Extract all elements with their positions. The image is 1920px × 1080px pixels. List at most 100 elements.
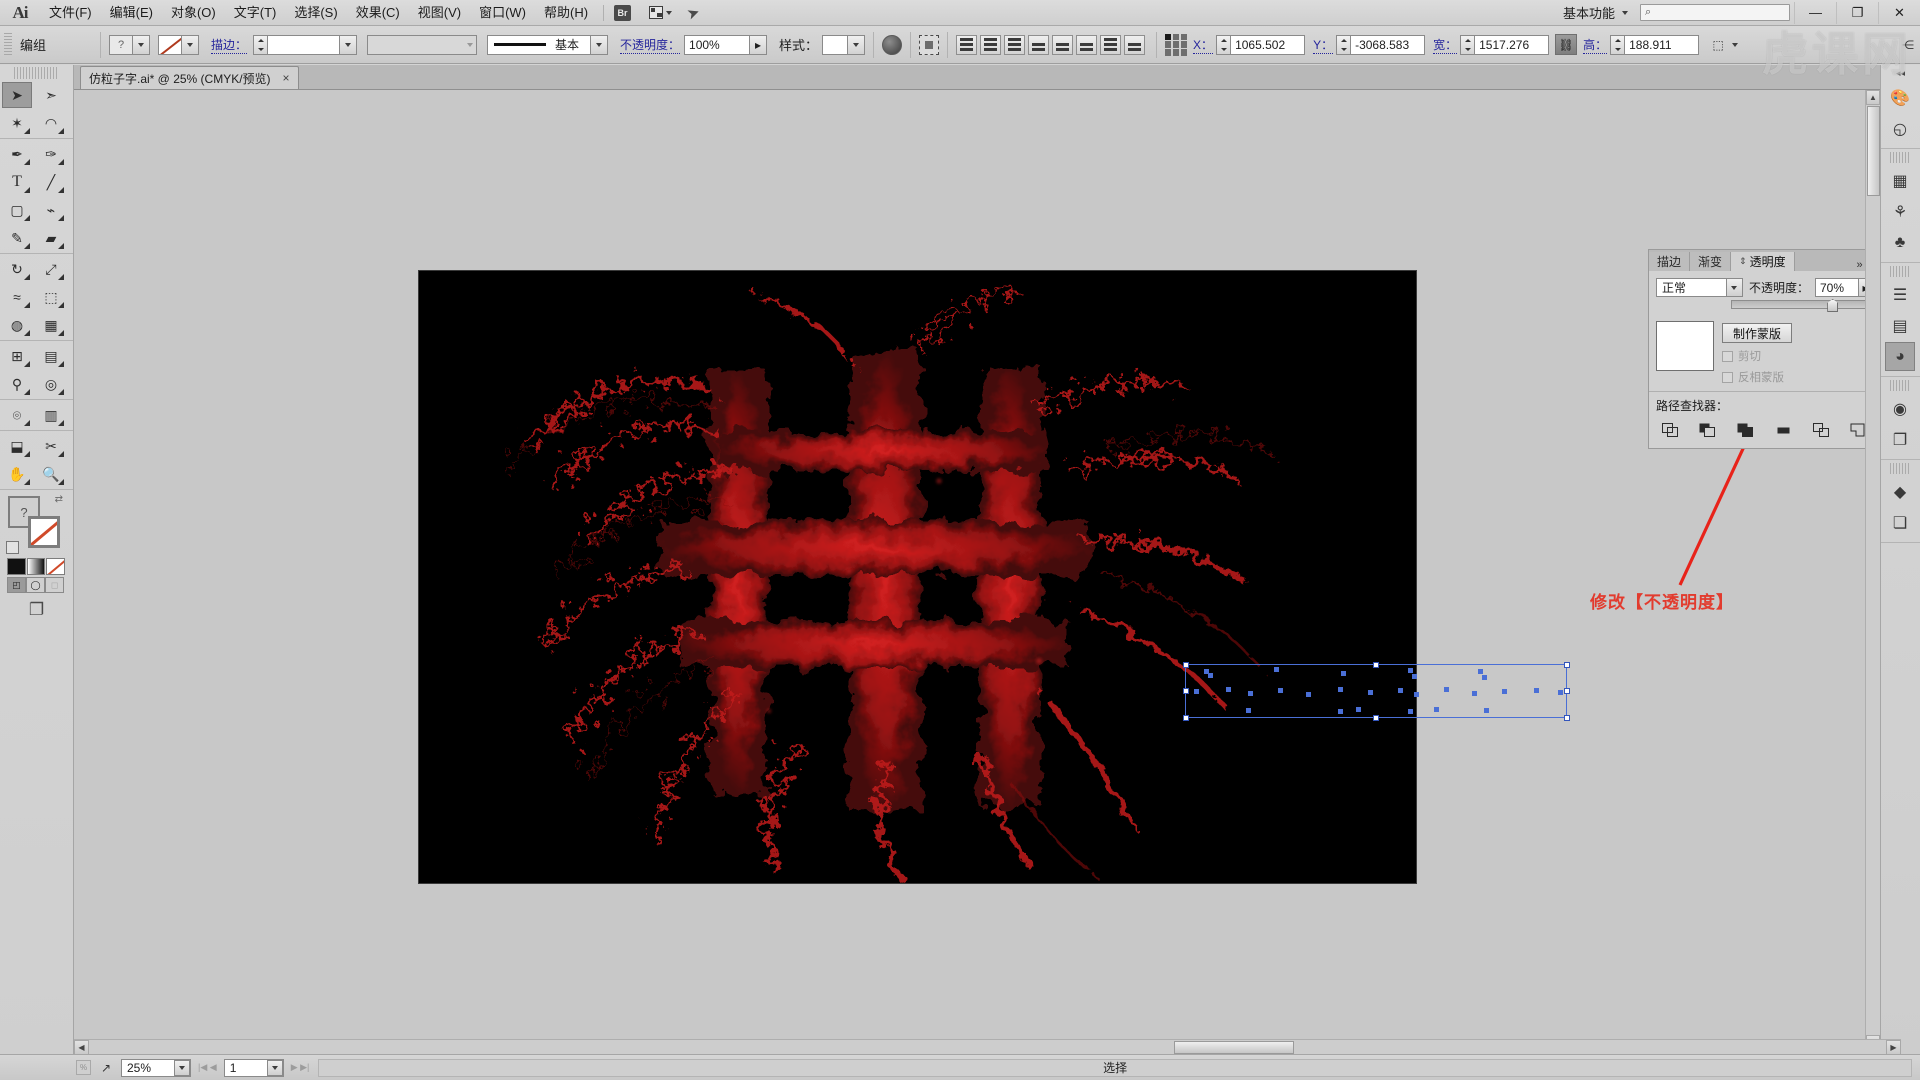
maximize-button[interactable]: ❐ [1836,1,1878,24]
pen-tool[interactable]: ✒ [2,141,32,167]
resize-handle-middle-right[interactable] [1563,687,1570,694]
horizontal-scroll-thumb[interactable] [1174,1041,1294,1054]
workspace-chevron-down-icon[interactable] [1622,10,1628,15]
fill-color-control[interactable]: ? [109,34,150,55]
pathfinder-intersect-icon[interactable] [1735,420,1757,440]
brush-chevron-down-icon[interactable] [591,34,609,55]
minimize-button[interactable]: — [1794,1,1836,24]
opacity-slider-knob[interactable] [1827,299,1839,312]
resize-handle-top-center[interactable] [1372,661,1379,668]
zoom-level-select[interactable]: 25% [121,1058,191,1077]
y-label[interactable]: Y： [1313,36,1334,54]
artboards-panel-icon[interactable]: ❏ [1885,508,1915,537]
width-label[interactable]: 宽： [1433,36,1458,54]
workspace-switcher[interactable]: 基本功能 [1553,3,1619,22]
menu-file[interactable]: 文件(F) [40,0,101,26]
search-field[interactable] [1651,6,1772,19]
x-label[interactable]: X： [1193,36,1214,54]
width-tool[interactable]: ≈ [2,284,32,310]
opacity-mask-icon[interactable] [882,34,903,55]
scale-tool[interactable]: ⤢ [36,256,66,282]
resize-handle-bottom-left[interactable] [1182,714,1189,721]
dock-gripper-1[interactable] [1890,152,1911,163]
artboard[interactable] [419,271,1570,883]
height-control[interactable]: 188.911 [1610,34,1700,55]
gradient-swatch-button[interactable] [26,558,46,575]
swap-fill-stroke-icon[interactable]: ⇄ [55,494,63,505]
close-button[interactable]: ✕ [1878,1,1920,24]
blend-mode-select[interactable]: 正常 [1656,278,1743,297]
artboard-nav-last[interactable]: ▶ ▶| [291,1062,310,1073]
menu-type[interactable]: 文字(T) [225,0,286,26]
layers-panel-icon[interactable]: ◆ [1885,477,1915,506]
dock-gripper-3[interactable] [1890,380,1911,391]
fill-swatch[interactable]: ? [109,34,133,55]
symbol-sprayer-tool[interactable]: ⌾ [2,402,32,428]
bridge-icon[interactable]: Br [614,4,632,21]
lock-aspect-ratio-icon[interactable]: ⛓ [1555,34,1578,55]
control-bar-gripper[interactable] [4,32,12,57]
fill-stroke-indicator[interactable]: ? ⇄ [6,494,67,556]
rotate-tool[interactable]: ↻ [2,256,32,282]
brushes-panel-icon[interactable]: ⚘ [1885,197,1915,226]
width-field[interactable]: 1517.276 [1475,34,1550,55]
height-field[interactable]: 188.911 [1625,34,1700,55]
pathfinder-minus-front-icon[interactable] [1697,420,1719,440]
menu-effect[interactable]: 效果(C) [347,0,409,26]
document-tab-close-icon[interactable]: × [283,71,290,85]
tab-transparency[interactable]: ⇕ 透明度 [1731,252,1795,271]
gradient-tool[interactable]: ▤ [36,343,66,369]
rocket-icon[interactable]: ➤ [684,2,703,23]
free-transform-tool[interactable]: ⬚ [36,284,66,310]
share-icon[interactable]: ↗ [95,1059,117,1077]
width-stepper[interactable] [1460,34,1476,55]
reference-point-selector[interactable] [1165,33,1188,56]
arrange-documents-icon[interactable] [647,4,673,22]
clip-checkbox[interactable] [1722,350,1733,362]
menu-help[interactable]: 帮助(H) [535,0,597,26]
pencil-tool[interactable]: ✎ [2,225,32,251]
fullscreen-menubar-button[interactable]: ◯ [26,577,45,593]
line-segment-tool[interactable]: ╱ [36,169,66,195]
align-bottom-icon[interactable] [1076,34,1098,55]
curvature-tool[interactable]: ✑ [36,141,66,167]
fill-chevron-down-icon[interactable] [133,34,150,55]
eyedropper-tool[interactable]: ⚲ [2,371,32,397]
artboard-number-select[interactable]: 1 [223,1058,284,1077]
dock-collapse-icon[interactable]: ◂◂ [1881,65,1920,81]
scroll-left-icon[interactable]: ◀ [74,1040,89,1055]
opacity-label[interactable]: 不透明度： [620,36,681,54]
style-chevron-down-icon[interactable] [848,34,866,55]
hand-tool[interactable]: ✋ [2,461,32,487]
color-swatch-button[interactable] [7,558,26,575]
canvas-area[interactable] [74,90,1901,1065]
pathfinder-divide-icon[interactable] [1810,420,1832,440]
tools-panel-gripper[interactable] [14,67,59,79]
transform-icon[interactable]: ⬚ [1707,35,1729,55]
clip-checkbox-row[interactable]: 剪切 [1722,348,1873,364]
stroke-weight-field[interactable] [268,34,341,55]
gradient-panel-icon[interactable]: ▤ [1885,311,1915,340]
stroke-weight-label[interactable]: 描边： [211,36,248,54]
align-top-icon[interactable] [1028,34,1050,55]
eraser-tool[interactable]: ▰ [36,225,66,251]
menu-edit[interactable]: 编辑(E) [101,0,162,26]
y-field[interactable]: -3068.583 [1351,34,1426,55]
rectangle-tool[interactable]: ▢ [2,197,32,223]
dock-gripper-2[interactable] [1890,266,1911,277]
type-tool[interactable]: T [2,169,32,195]
stroke-swatch[interactable] [158,34,182,55]
height-stepper[interactable] [1610,34,1626,55]
color-panel-icon[interactable]: 🎨 [1885,83,1915,112]
scroll-right-icon[interactable]: ▶ [1886,1040,1901,1055]
graphic-styles-panel-icon[interactable]: ❐ [1885,425,1915,454]
x-stepper[interactable] [1216,34,1232,55]
artboard-nav-first[interactable]: |◀ ◀ [198,1062,217,1073]
dock-gripper-4[interactable] [1890,463,1911,474]
paintbrush-tool[interactable]: ⌁ [36,197,66,223]
magic-wand-tool[interactable]: ✶ [2,110,32,136]
stroke-color-control[interactable] [158,34,199,55]
selection-bounding-box[interactable] [1182,661,1570,721]
stroke-profile-select[interactable] [367,34,478,55]
none-swatch-button[interactable] [46,558,66,575]
